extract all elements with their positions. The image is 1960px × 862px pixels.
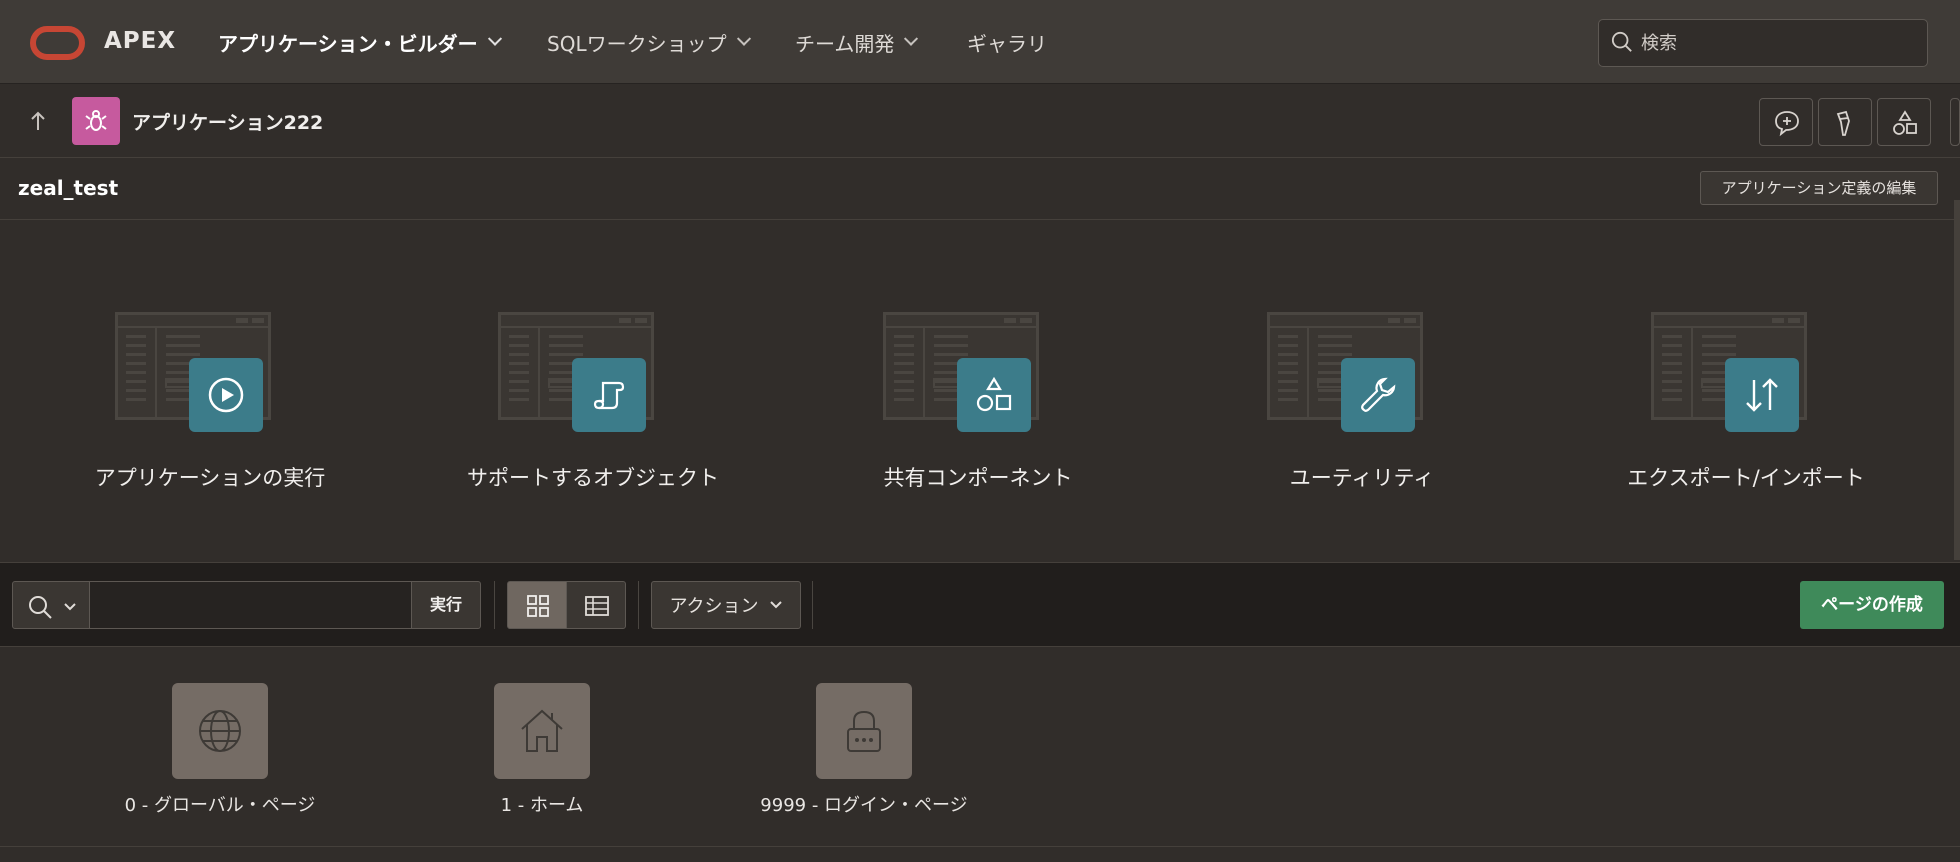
scrollbar-edge[interactable] [1954,200,1960,560]
nav-app-builder-label: アプリケーション・ビルダー [218,32,478,56]
card-utilities[interactable]: ユーティリティ [1227,312,1497,532]
global-search[interactable] [1598,19,1928,67]
create-page-button[interactable]: ページの作成 [1800,581,1944,629]
card-label: 共有コンポーネント [883,466,1073,490]
page-tile-icon [494,683,590,779]
play-icon [208,377,244,413]
top-navigation-bar: APEX アプリケーション・ビルダー SQLワークショップ チーム開発 ギャラリ [0,0,1960,84]
nav-team-development-label: チーム開発 [795,32,895,56]
chat-plus-icon [1775,111,1799,137]
card-supporting-objects[interactable]: サポートするオブジェクト [458,312,728,532]
nav-sql-workshop[interactable]: SQLワークショップ [547,28,751,57]
toolbar-divider [812,581,813,629]
card-run-application[interactable]: アプリケーションの実行 [75,312,345,532]
table-icon [585,596,609,616]
nav-team-development[interactable]: チーム開発 [795,28,919,57]
go-button[interactable]: 実行 [411,581,481,629]
wrench-icon [1361,377,1396,412]
shapes-icon [976,376,1012,412]
globe-icon [199,710,241,752]
search-column-dropdown[interactable] [12,581,90,629]
nav-gallery-label: ギャラリ [967,32,1047,56]
bug-icon [85,110,107,131]
more-button-edge[interactable] [1950,98,1960,146]
page-title: zeal_test [18,176,119,200]
app-actions-panel: アプリケーションの実行 サポートするオブジェクト 共有コンポーネント ユーティリ… [0,220,1960,562]
card-badge [189,358,263,432]
card-badge [572,358,646,432]
debug-button[interactable] [1818,98,1872,146]
page-tile-login[interactable]: 9999 - ログイン・ページ [704,683,1004,823]
card-badge [1725,358,1799,432]
chevron-down-icon [904,31,919,46]
page-tile-label: 1 - ホーム [500,795,584,816]
chevron-down-icon [64,603,76,611]
app-icon [72,97,120,145]
page-tile-label: 0 - グローバル・ページ [124,795,316,816]
transfer-arrows-icon [1746,378,1778,412]
card-label: エクスポート/インポート [1627,466,1865,490]
chevron-down-icon [769,601,782,609]
card-label: ユーティリティ [1289,466,1435,490]
scroll-icon [593,381,625,410]
search-icon [29,596,52,619]
oracle-logo[interactable] [30,26,85,60]
shapes-icon [1893,110,1917,135]
nav-sql-workshop-label: SQLワークショップ [547,32,727,56]
app-name: アプリケーション222 [132,112,324,134]
page-tile-home[interactable]: 1 - ホーム [382,683,682,823]
feedback-button[interactable] [1759,98,1813,146]
page-tile-icon [172,683,268,779]
arrow-up-icon[interactable] [28,110,48,132]
card-export-import[interactable]: エクスポート/インポート [1611,312,1881,532]
application-bar: アプリケーション222 [0,84,1960,158]
page-filter-input[interactable] [90,581,412,629]
actions-label: アクション [669,596,759,617]
page-tile-icon [816,683,912,779]
actions-menu-button[interactable]: アクション [651,581,801,629]
report-view-button[interactable] [566,581,626,629]
card-label: サポートするオブジェクト [467,466,719,490]
edit-application-definition-button[interactable]: アプリケーション定義の編集 [1700,171,1938,205]
lock-icon [847,710,881,752]
page-tiles: 0 - グローバル・ページ 1 - ホーム 9999 - ログイン・ページ [0,647,1960,847]
page-tile-label: 9999 - ログイン・ページ [760,795,968,816]
card-badge [957,358,1031,432]
nav-app-builder[interactable]: アプリケーション・ビルダー [218,28,502,57]
toolbar-divider [638,581,639,629]
card-badge [1341,358,1415,432]
nav-gallery[interactable]: ギャラリ [967,28,1047,57]
home-icon [521,709,563,752]
page-list-toolbar: 実行 アクション ページの作成 [0,562,1960,647]
card-label: アプリケーションの実行 [94,466,326,490]
flashlight-icon [1836,110,1850,136]
chevron-down-icon [487,31,502,46]
shared-components-button[interactable] [1877,98,1931,146]
search-icon [1611,31,1632,52]
icon-view-button[interactable] [507,581,567,629]
global-search-input[interactable] [1641,28,1911,58]
chevron-down-icon [736,31,751,46]
grid-icon [527,595,549,617]
apex-brand[interactable]: APEX [104,28,176,54]
page-header: zeal_test アプリケーション定義の編集 [0,158,1960,220]
toolbar-divider [494,581,495,629]
page-tile-global[interactable]: 0 - グローバル・ページ [60,683,360,823]
card-shared-components[interactable]: 共有コンポーネント [843,312,1113,532]
